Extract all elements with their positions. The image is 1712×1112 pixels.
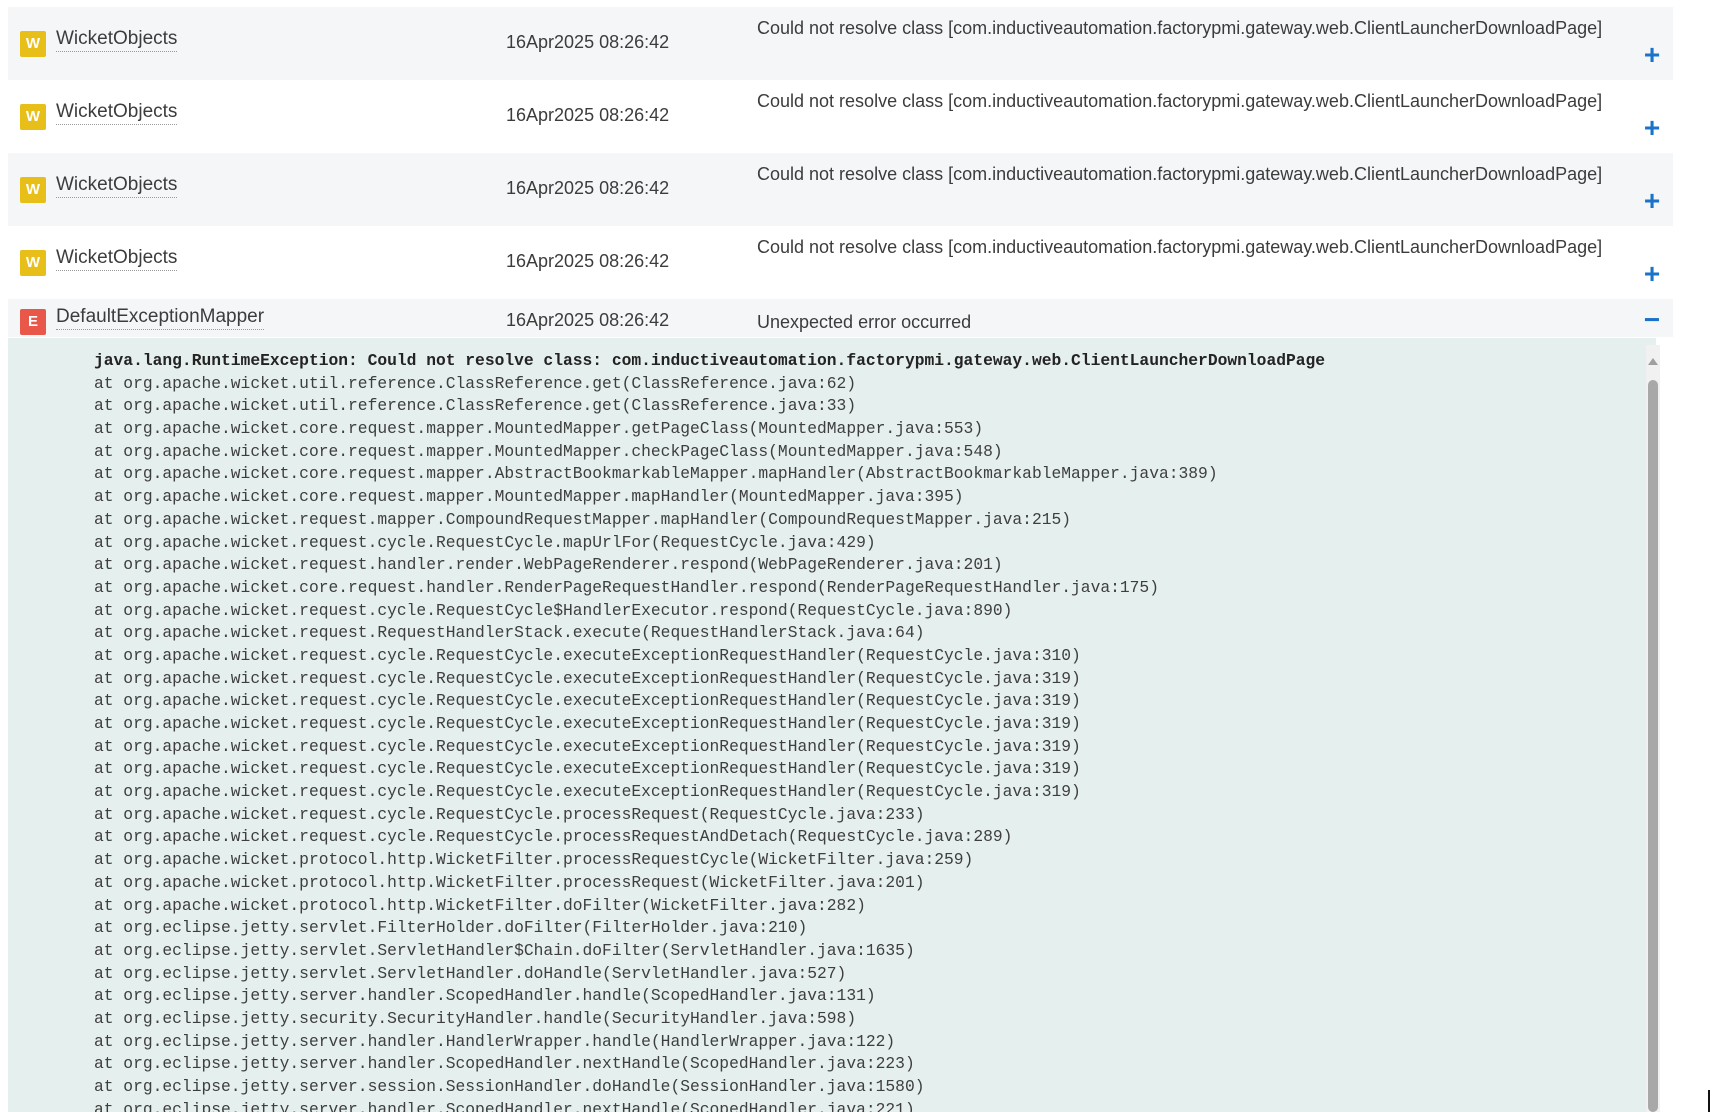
timestamp: 16Apr2025 08:26:42 <box>506 105 670 125</box>
stacktrace-line: at org.apache.wicket.core.request.mapper… <box>94 419 984 439</box>
timestamp: 16Apr2025 08:26:42 <box>506 310 670 330</box>
log-row[interactable]: W WicketObjects 16Apr2025 08:26:42 Could… <box>8 80 1673 153</box>
stacktrace-line: at org.eclipse.jetty.servlet.FilterHolde… <box>94 918 808 938</box>
log-message: Could not resolve class [com.inductiveau… <box>757 91 1603 111</box>
warn-level-icon: W <box>20 177 46 203</box>
logger-name-link[interactable]: WicketObjects <box>56 247 178 271</box>
stacktrace-line: at org.eclipse.jetty.server.session.Sess… <box>94 1077 925 1096</box>
plus-icon[interactable]: + <box>1640 260 1664 288</box>
stacktrace-line: at org.apache.wicket.core.request.handle… <box>94 577 1159 597</box>
stacktrace-line: at org.eclipse.jetty.security.SecurityHa… <box>94 1008 857 1028</box>
stacktrace-line: at org.apache.wicket.core.request.mapper… <box>94 441 1003 461</box>
log-message: Could not resolve class [com.inductiveau… <box>757 18 1603 38</box>
scrollbar-thumb[interactable] <box>1648 380 1658 1112</box>
timestamp: 16Apr2025 08:26:42 <box>506 178 670 198</box>
stacktrace-line: at org.eclipse.jetty.server.handler.Hand… <box>94 1031 896 1051</box>
minus-icon[interactable]: − <box>1640 306 1664 334</box>
plus-icon[interactable]: + <box>1640 187 1664 215</box>
stacktrace-line: at org.apache.wicket.protocol.http.Wicke… <box>94 872 925 892</box>
stacktrace-line: at org.apache.wicket.request.mapper.Comp… <box>94 509 1072 529</box>
stacktrace-panel[interactable]: java.lang.RuntimeException: Could not re… <box>8 338 1656 1112</box>
stacktrace-line: at org.apache.wicket.request.cycle.Reque… <box>94 691 1081 711</box>
log-table: W WicketObjects 16Apr2025 08:26:42 Could… <box>8 7 1673 337</box>
stacktrace-line: at org.apache.wicket.request.cycle.Reque… <box>94 827 1013 847</box>
stacktrace-line: at org.apache.wicket.request.handler.ren… <box>94 555 1003 575</box>
stacktrace-line: at org.apache.wicket.protocol.http.Wicke… <box>94 895 866 915</box>
logger-name-link[interactable]: WicketObjects <box>56 28 178 52</box>
stacktrace-line: at org.apache.wicket.request.cycle.Reque… <box>94 668 1081 688</box>
stacktrace-line: at org.apache.wicket.request.cycle.Reque… <box>94 600 1013 620</box>
logger-name-link[interactable]: DefaultExceptionMapper <box>56 306 265 330</box>
stacktrace-line: at org.apache.wicket.core.request.mapper… <box>94 464 1218 484</box>
log-message: Unexpected error occurred <box>757 312 972 332</box>
scroll-up-arrow-icon[interactable] <box>1648 358 1658 365</box>
stacktrace-line: at org.apache.wicket.request.cycle.Reque… <box>94 782 1081 802</box>
log-row[interactable]: W WicketObjects 16Apr2025 08:26:42 Could… <box>8 153 1673 226</box>
stacktrace-line: at org.eclipse.jetty.server.handler.Scop… <box>94 1054 915 1074</box>
stacktrace-line: at org.apache.wicket.request.cycle.Reque… <box>94 804 925 824</box>
stacktrace-line: at org.apache.wicket.request.cycle.Reque… <box>94 759 1081 779</box>
stacktrace-line: at org.eclipse.jetty.servlet.ServletHand… <box>94 963 847 983</box>
stacktrace-line: at org.apache.wicket.protocol.http.Wicke… <box>94 850 974 870</box>
stacktrace-text: java.lang.RuntimeException: Could not re… <box>94 350 1325 1112</box>
error-level-icon: E <box>20 309 46 335</box>
warn-level-icon: W <box>20 104 46 130</box>
log-row[interactable]: W WicketObjects 16Apr2025 08:26:42 Could… <box>8 226 1673 299</box>
text-cursor-icon <box>1708 1090 1710 1112</box>
stacktrace-line: at org.apache.wicket.request.cycle.Reque… <box>94 736 1081 756</box>
timestamp: 16Apr2025 08:26:42 <box>506 251 670 271</box>
warn-level-icon: W <box>20 31 46 57</box>
stacktrace-line: at org.apache.wicket.util.reference.Clas… <box>94 373 857 393</box>
stacktrace-line: at org.apache.wicket.request.cycle.Reque… <box>94 714 1081 733</box>
stacktrace-line: at org.apache.wicket.request.cycle.Reque… <box>94 645 1081 665</box>
stacktrace-line: at org.eclipse.jetty.server.handler.Scop… <box>94 1099 915 1112</box>
timestamp: 16Apr2025 08:26:42 <box>506 32 670 52</box>
plus-icon[interactable]: + <box>1640 114 1664 142</box>
log-message: Could not resolve class [com.inductiveau… <box>757 164 1603 184</box>
log-row[interactable]: W WicketObjects 16Apr2025 08:26:42 Could… <box>8 7 1673 80</box>
warn-level-icon: W <box>20 250 46 276</box>
exception-header: java.lang.RuntimeException: Could not re… <box>94 351 1326 370</box>
logger-name-link[interactable]: WicketObjects <box>56 174 178 198</box>
log-row-expanded[interactable]: E DefaultExceptionMapper 16Apr2025 08:26… <box>8 299 1673 337</box>
stacktrace-line: at org.apache.wicket.request.RequestHand… <box>94 623 925 643</box>
logger-name-link[interactable]: WicketObjects <box>56 101 178 125</box>
log-message: Could not resolve class [com.inductiveau… <box>757 237 1603 257</box>
stacktrace-line: at org.apache.wicket.util.reference.Clas… <box>94 396 857 416</box>
stacktrace-line: at org.eclipse.jetty.server.handler.Scop… <box>94 986 876 1006</box>
stacktrace-line: at org.eclipse.jetty.servlet.ServletHand… <box>94 940 915 960</box>
stacktrace-line: at org.apache.wicket.request.cycle.Reque… <box>94 532 876 552</box>
plus-icon[interactable]: + <box>1640 41 1664 69</box>
stacktrace-line: at org.apache.wicket.core.request.mapper… <box>94 487 964 507</box>
